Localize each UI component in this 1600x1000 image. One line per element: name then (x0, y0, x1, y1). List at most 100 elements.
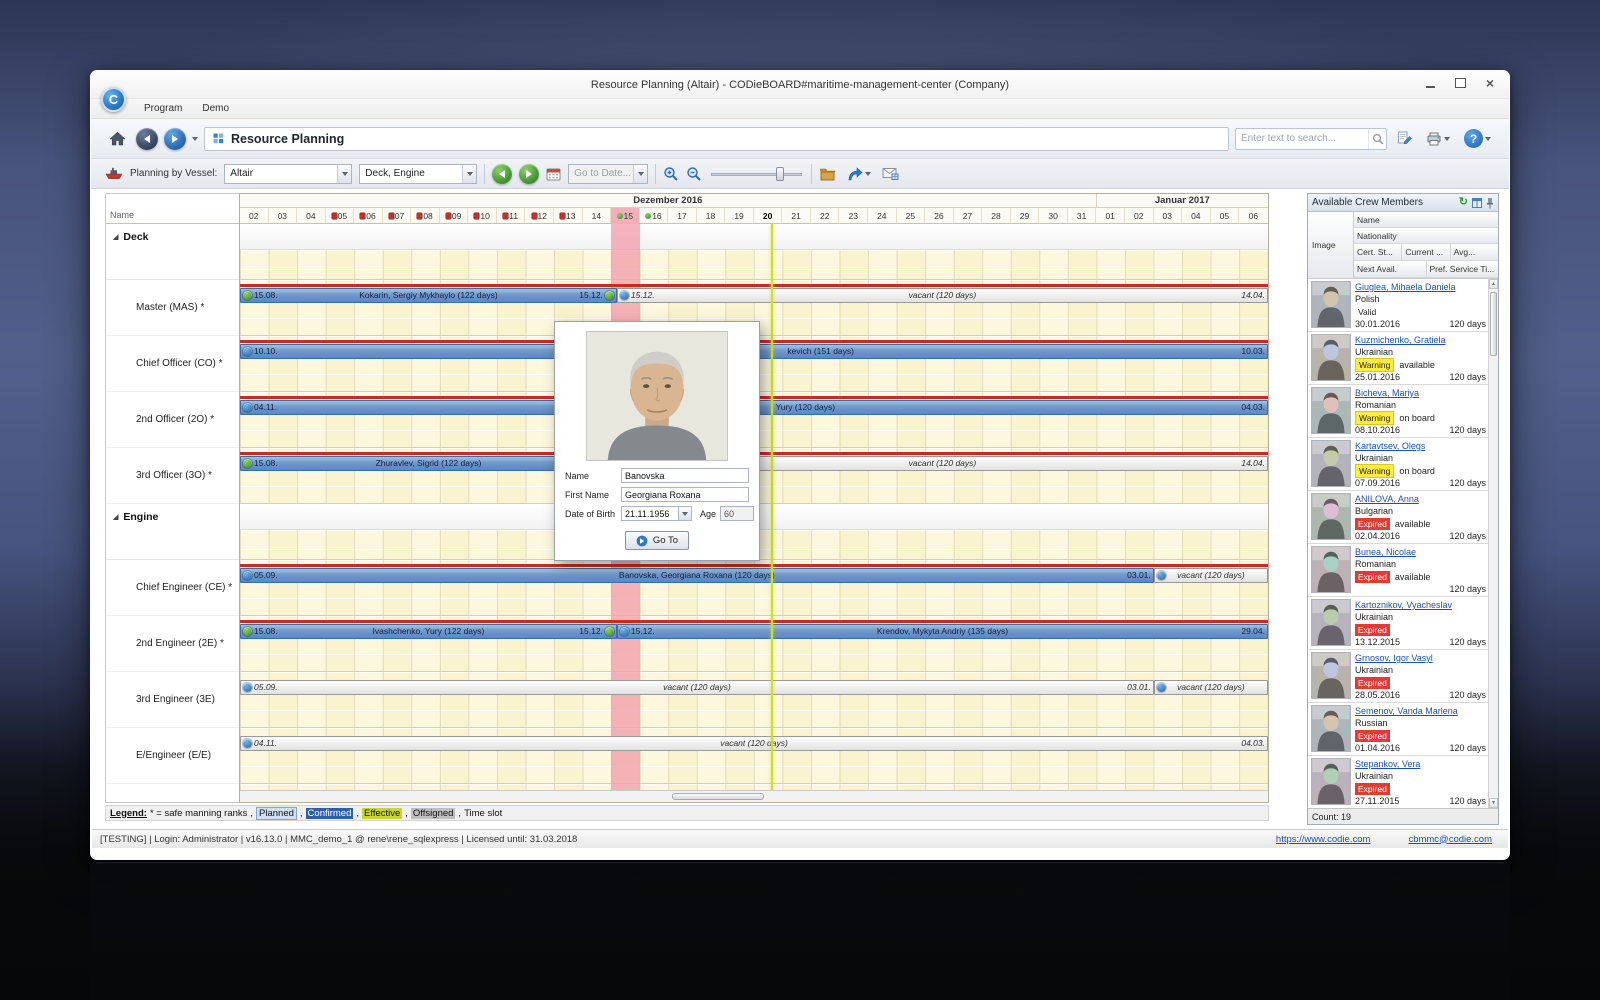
go-to-button[interactable]: Go To (624, 531, 690, 550)
day-header-cell[interactable]: 25 (897, 208, 926, 223)
rank-row-name[interactable]: Chief Engineer (CE) * (106, 560, 239, 616)
day-header-cell[interactable]: 21 (782, 208, 811, 223)
day-header-cell[interactable]: 10 (468, 208, 497, 223)
assignment-bar[interactable]: 15.08. Ivashchenko, Yury (122 days) 15.12. (240, 624, 617, 639)
email-link[interactable]: cbmmc@codie.com (1408, 834, 1492, 845)
assignment-bar[interactable]: 15.12. Krendov, Mykyta Andriy (135 days) 2… (616, 624, 1268, 639)
day-header-cell[interactable]: 14 (583, 208, 612, 223)
crew-member-row[interactable]: Kartavtsev, Olegs Ukrainian Warning on boar… (1308, 438, 1498, 491)
rank-row-name[interactable]: Chief Officer (CO) * (106, 336, 239, 392)
crew-member-name-link[interactable]: Semenov, Vanda Marlena (1355, 705, 1486, 717)
menu-program[interactable]: Program (135, 101, 191, 116)
day-header-cell[interactable]: 04 (297, 208, 326, 223)
home-button[interactable] (105, 126, 130, 152)
day-header-cell[interactable]: 24 (868, 208, 897, 223)
column-header-current[interactable]: Current ... (1402, 244, 1451, 261)
column-header-next-avail[interactable]: Next Avail. (1354, 261, 1427, 278)
crew-member-row[interactable]: Grnosov, Igor Vasyl Ukrainian Expired 28.05… (1308, 650, 1498, 703)
day-header-cell[interactable]: 20 (754, 208, 783, 223)
column-header-image[interactable]: Image (1308, 212, 1354, 278)
forward-dropdown-caret-icon[interactable] (192, 136, 198, 141)
day-header-cell[interactable]: 26 (925, 208, 954, 223)
rank-row-name[interactable]: 2nd Officer (2O) * (106, 392, 239, 448)
column-header-name[interactable]: Name (1354, 212, 1498, 228)
crew-member-name-link[interactable]: Grnosov, Igor Vasyl (1355, 652, 1486, 664)
day-header-cell[interactable]: 03 (1154, 208, 1183, 223)
day-header-cell[interactable]: 29 (1011, 208, 1040, 223)
slider-thumb[interactable] (775, 166, 784, 181)
day-header-cell[interactable]: 03 (269, 208, 298, 223)
day-header-cell[interactable]: 02 (1125, 208, 1154, 223)
vacant-bar[interactable]: 04.11. vacant (120 days) 04.03. (240, 736, 1268, 751)
day-header-cell[interactable]: 05 (326, 208, 355, 223)
forward-button[interactable] (164, 127, 186, 150)
jump-to-button[interactable] (843, 161, 875, 187)
day-header-cell[interactable]: 19 (725, 208, 754, 223)
column-header-cert-status[interactable]: Cert. St... (1354, 244, 1403, 261)
day-header-cell[interactable]: 31 (1068, 208, 1097, 223)
column-header-nationality[interactable]: Nationality (1354, 228, 1498, 244)
previous-period-button[interactable] (492, 163, 513, 184)
back-button[interactable] (136, 127, 158, 150)
website-link[interactable]: https://www.codie.com (1276, 834, 1371, 845)
window-title-bar[interactable]: Resource Planning (Altair) - CODieBOARD#… (91, 71, 1509, 99)
assignment-bar[interactable]: 05.09. Banovska, Georgiana Roxana (120 da… (240, 568, 1154, 583)
goto-date-combobox[interactable]: Go to Date... (568, 163, 649, 184)
horizontal-scrollbar-thumb[interactable] (671, 793, 765, 800)
vertical-scrollbar-thumb[interactable] (1490, 292, 1497, 356)
pin-button[interactable] (1486, 197, 1494, 209)
day-header-cell[interactable]: 05 (1211, 208, 1240, 223)
day-header-cell[interactable]: 06 (354, 208, 383, 223)
rank-row-name[interactable]: E/Engineer (E/E) (106, 728, 239, 784)
gantt-horizontal-scrollbar[interactable] (240, 790, 1268, 802)
crew-member-row[interactable]: ANILOVA, Anna Bulgarian Expired available 02… (1308, 491, 1498, 544)
day-header-cell[interactable]: 23 (839, 208, 869, 223)
crew-member-name-link[interactable]: Kuzmichenko, Gratiela (1355, 334, 1486, 346)
rank-row-name[interactable]: 3rd Engineer (3E) (106, 672, 239, 728)
day-header-cell[interactable]: 22 (811, 208, 840, 223)
crew-member-name-link[interactable]: Giuglea, Mihaela Daniela (1355, 281, 1486, 293)
crew-member-row[interactable]: Kuzmichenko, Gratiela Ukrainian Warning ava… (1308, 332, 1498, 385)
group-row-name[interactable]: ◢ Deck (106, 224, 239, 280)
app-logo[interactable]: C (101, 87, 126, 112)
calendar-button[interactable] (546, 167, 561, 181)
day-header-cell[interactable]: 02 (240, 208, 269, 223)
vessel-select[interactable]: Altair (224, 163, 353, 184)
send-mail-button[interactable] (882, 167, 899, 180)
crew-member-name-link[interactable]: Stepankov, Vera (1355, 758, 1486, 770)
zoom-in-button[interactable] (663, 166, 679, 182)
popup-dob-input[interactable] (621, 506, 679, 521)
day-header-cell[interactable]: 07 (383, 208, 412, 223)
day-header-cell[interactable]: 27 (954, 208, 983, 223)
day-header-cell[interactable]: 12 (525, 208, 555, 223)
day-header-cell[interactable]: 28 (982, 208, 1011, 223)
crew-member-name-link[interactable]: Bicheva, Mariya (1355, 387, 1486, 399)
column-header-pref-service[interactable]: Pref. Service Ti... (1426, 261, 1498, 278)
edit-document-button[interactable] (1393, 126, 1416, 152)
crew-member-row[interactable]: Semenov, Vanda Marlena Russian Expired 01.0… (1308, 703, 1498, 756)
vacant-bar[interactable]: vacant (120 days) (1153, 568, 1268, 583)
assignment-bar[interactable]: 15.08. Kokarin, Sergiy Mykhaylo (122 days… (240, 288, 617, 303)
crew-member-row[interactable]: Stepankov, Vera Ukrainian Expired 27.11.201… (1308, 756, 1498, 808)
scroll-up-button[interactable]: ▲ (1489, 279, 1498, 289)
popup-first-name-input[interactable] (621, 487, 749, 502)
day-header-cell[interactable]: 16 (640, 208, 669, 223)
popup-name-input[interactable] (621, 468, 749, 483)
vacant-bar[interactable]: vacant (120 days) (1153, 680, 1268, 695)
minimize-button[interactable] (1423, 76, 1437, 90)
day-header-cell[interactable]: 17 (668, 208, 697, 223)
refresh-button[interactable]: ↻ (1459, 197, 1468, 208)
day-header-cell[interactable]: 09 (440, 208, 469, 223)
search-button[interactable] (1368, 128, 1386, 149)
crew-member-row[interactable]: Kartoznikov, Vyacheslav Ukrainian Expired 1… (1308, 597, 1498, 650)
help-button[interactable]: ? (1460, 126, 1495, 152)
page-title-box[interactable]: Resource Planning (204, 126, 1229, 151)
close-button[interactable]: × (1483, 75, 1497, 91)
expand-triangle-icon[interactable]: ◢ (113, 513, 118, 521)
crew-vertical-scrollbar[interactable]: ▲ ▼ (1488, 279, 1498, 808)
day-header-cell[interactable]: 11 (497, 208, 526, 223)
day-header-cell[interactable]: 15 (611, 208, 640, 223)
rank-row-name[interactable]: 2nd Engineer (2E) * (106, 616, 239, 672)
next-period-button[interactable] (519, 163, 540, 184)
toolbox-button[interactable] (819, 167, 836, 181)
